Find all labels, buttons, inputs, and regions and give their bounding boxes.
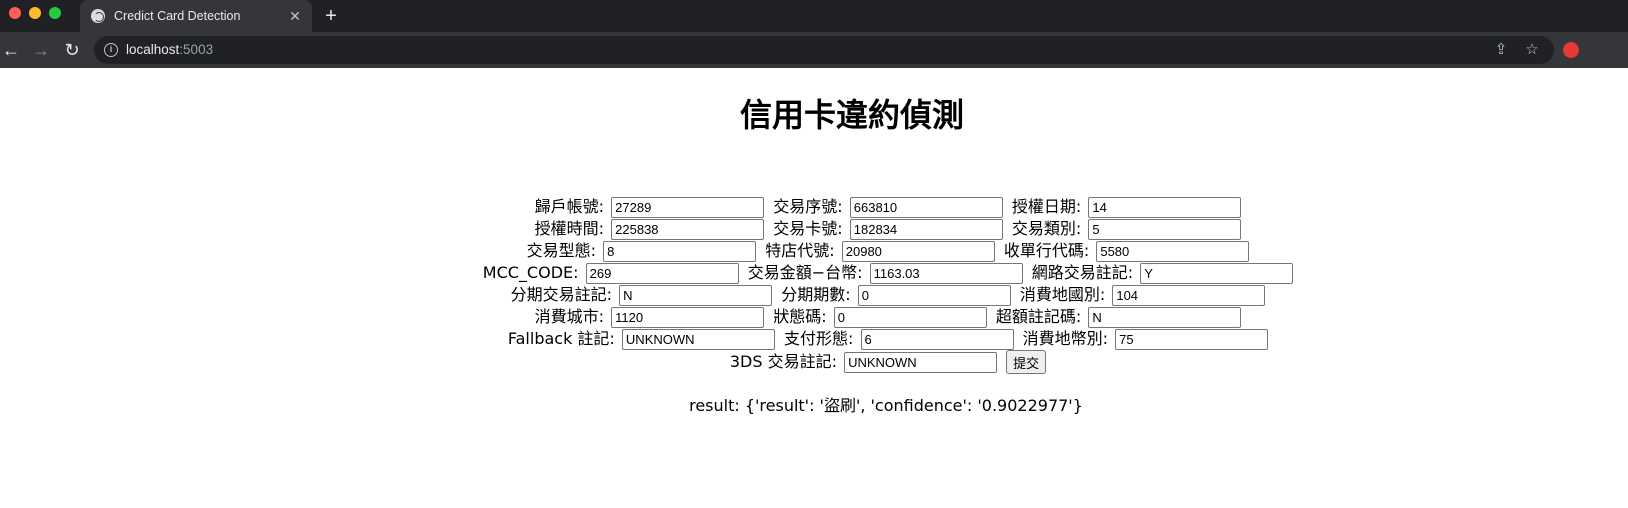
field-label: 支付形態: [784,329,854,348]
form-rows: 歸戶帳號: 交易序號: 授權日期: 授權時間: 交易卡號: 交易類別: 交易型態… [0,196,1628,374]
field-input[interactable] [849,197,1003,218]
form-row: 分期交易註記: 分期期數: 消費地國別: [0,284,1628,306]
field-label: MCC_CODE: [482,263,579,282]
result-text: result: {'result': '盜刷', 'confidence': '… [689,396,1083,415]
form-row: 3DS 交易註記: 提交 [0,350,1628,374]
back-arrow-icon[interactable]: ← [0,38,23,62]
form-row: MCC_CODE: 交易金額−台幣: 網路交易註記: [0,262,1628,284]
field-label: 交易類別: [1011,219,1082,238]
field-label: 消費城市: [534,307,605,326]
field-input[interactable] [611,219,765,240]
globe-icon [91,9,105,23]
field-input[interactable] [860,329,1014,350]
bookmark-star-icon[interactable]: ☆ [1522,40,1542,60]
field-label: 歸戶帳號: [534,197,605,216]
url-host: localhost [126,42,180,57]
url-port: :5003 [179,42,214,57]
field-input[interactable] [844,351,998,373]
close-window-button[interactable] [9,7,21,19]
field-label: 交易型態: [526,241,597,260]
field-input[interactable] [1112,285,1266,306]
field-label: 狀態碼: [773,307,827,326]
form-row: 歸戶帳號: 交易序號: 授權日期: [0,196,1628,218]
field-input[interactable] [603,241,757,262]
field-label: 交易金額−台幣: [747,263,863,282]
field-label: 交易序號: [773,197,843,216]
close-tab-icon[interactable]: ✕ [286,7,304,25]
url-text: localhost:5003 [126,42,213,57]
field-label: 超額註記碼: [995,307,1082,326]
field-label: 特店代號: [765,241,835,260]
browser-tab[interactable]: Credict Card Detection ✕ [80,0,312,32]
minimize-window-button[interactable] [29,7,41,19]
field-label: 消費地幣別: [1022,329,1109,348]
form-row: 消費城市: 狀態碼: 超額註記碼: [0,306,1628,328]
new-tab-button[interactable]: + [320,5,342,27]
field-label: 交易卡號: [773,219,843,238]
field-label: 授權日期: [1011,197,1082,216]
field-input[interactable] [857,285,1011,306]
address-bar[interactable]: i localhost:5003 ⇪ ☆ [94,36,1554,64]
field-label: 網路交易註記: [1031,263,1134,282]
info-icon[interactable]: i [104,43,118,57]
field-label: 分期交易註記: [510,285,613,304]
maximize-window-button[interactable] [49,7,61,19]
field-input[interactable] [869,263,1023,284]
form-row: 交易型態: 特店代號: 收單行代碼: [0,240,1628,262]
field-input[interactable] [611,197,765,218]
field-input[interactable] [1140,263,1294,284]
field-input[interactable] [585,263,739,284]
field-label: 3DS 交易註記: [729,351,837,371]
field-label: 收單行代碼: [1003,241,1090,260]
field-input[interactable] [1115,329,1269,350]
field-input[interactable] [1088,307,1242,328]
field-label: 消費地國別: [1019,285,1106,304]
share-icon[interactable]: ⇪ [1491,40,1511,60]
submit-button[interactable]: 提交 [1006,350,1047,374]
field-input[interactable] [619,285,773,306]
field-label: 授權時間: [534,219,605,238]
field-input[interactable] [1088,197,1242,218]
form-row: 授權時間: 交易卡號: 交易類別: [0,218,1628,240]
form-row: Fallback 註記: 支付形態: 消費地幣別: [0,328,1628,350]
tab-title: Credict Card Detection [114,9,241,23]
field-input[interactable] [849,219,1003,240]
browser-toolbar: ← → ↻ i localhost:5003 ⇪ ☆ [0,32,1628,68]
field-label: Fallback 註記: [507,329,615,348]
field-input[interactable] [611,307,765,328]
field-input[interactable] [621,329,775,350]
browser-tab-bar: Credict Card Detection ✕ + [0,0,1628,32]
page-content: 信用卡違約偵測 歸戶帳號: 交易序號: 授權日期: 授權時間: 交易卡號: 交易… [0,68,1628,508]
profile-avatar[interactable] [1563,42,1579,58]
detection-form: 歸戶帳號: 交易序號: 授權日期: 授權時間: 交易卡號: 交易類別: 交易型態… [0,196,1628,374]
field-input[interactable] [833,307,987,328]
field-input[interactable] [1088,219,1242,240]
page-title: 信用卡違約偵測 [739,96,964,134]
field-input[interactable] [1096,241,1250,262]
field-label: 分期期數: [781,285,851,304]
field-input[interactable] [841,241,995,262]
forward-arrow-icon[interactable]: → [29,38,53,62]
reload-icon[interactable]: ↻ [60,38,84,62]
